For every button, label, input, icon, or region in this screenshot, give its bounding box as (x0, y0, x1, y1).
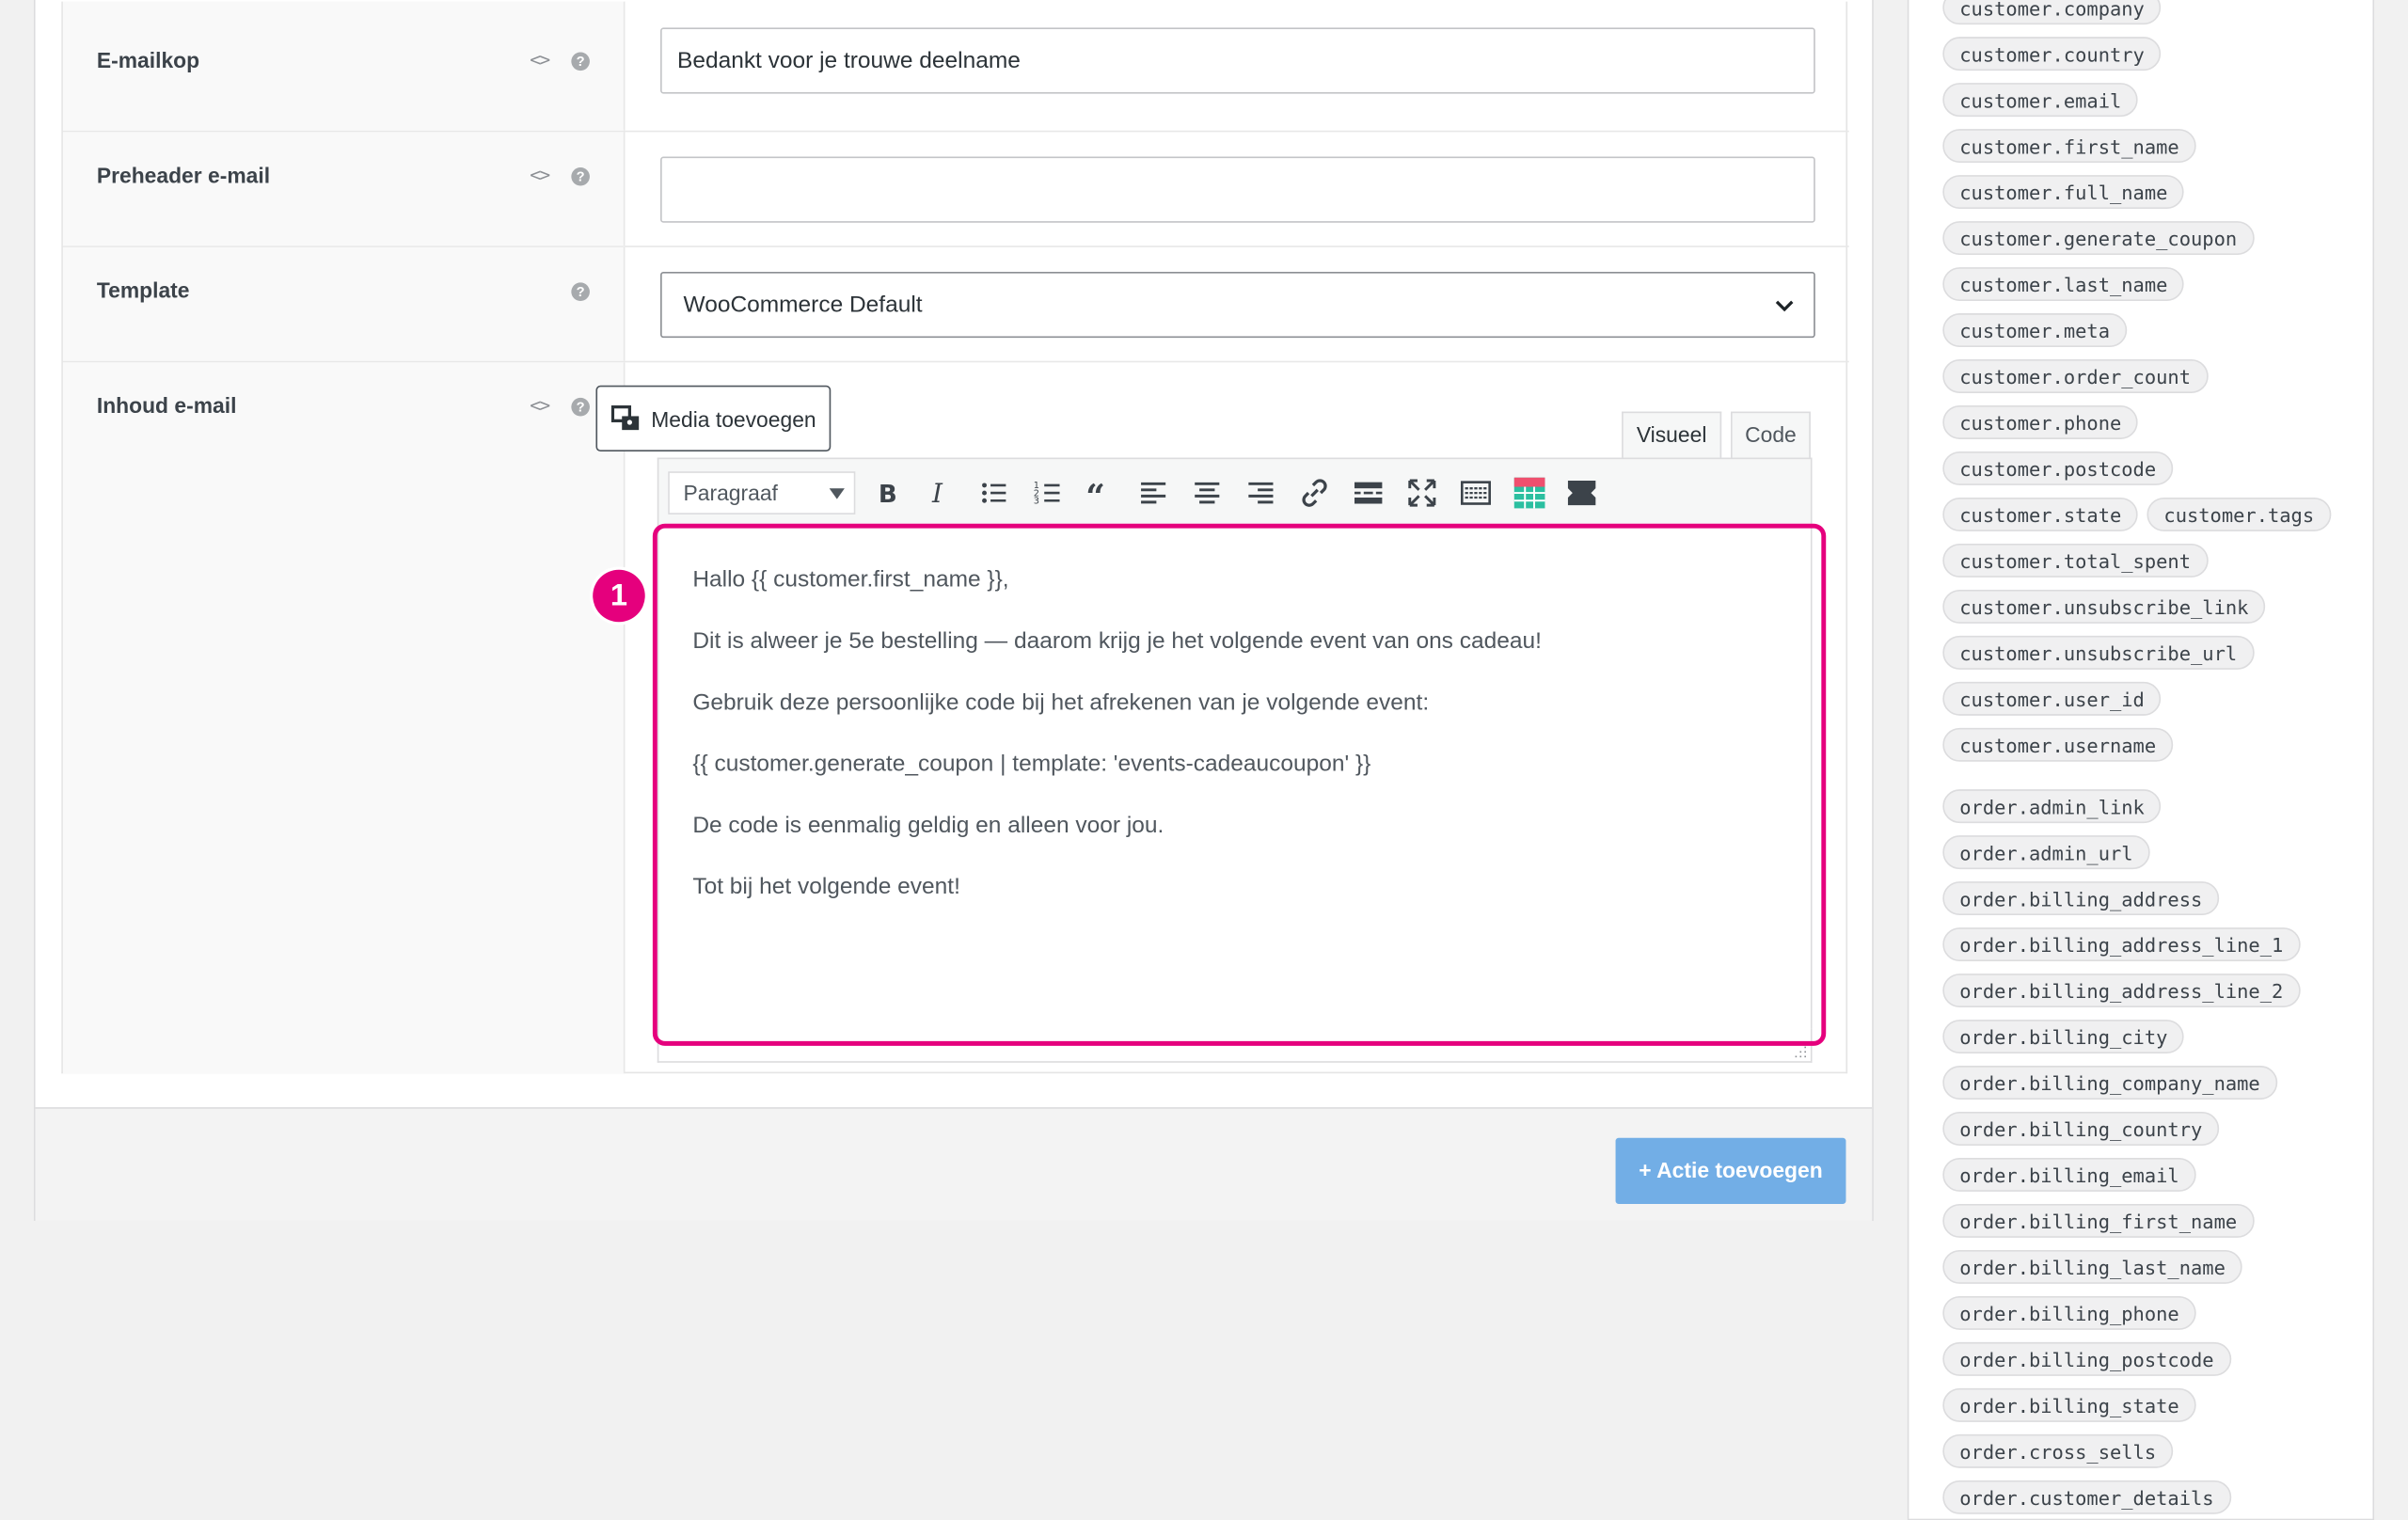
variable-tag[interactable]: customer.username (1942, 727, 2174, 762)
variable-tag[interactable]: customer.unsubscribe_url (1942, 635, 2255, 670)
variable-tag[interactable]: customer.state (1942, 497, 2139, 531)
variable-tag[interactable]: customer.tags (2147, 497, 2332, 531)
variable-tag[interactable]: order.billing_company_name (1942, 1066, 2277, 1100)
variable-tag[interactable]: order.billing_last_name (1942, 1249, 2242, 1284)
variable-tag[interactable]: customer.email (1942, 83, 2139, 118)
variable-tag[interactable]: customer.total_spent (1942, 543, 2208, 578)
fullscreen-icon[interactable] (1405, 476, 1439, 510)
format-select[interactable]: Paragraaf (668, 471, 856, 515)
read-more-icon[interactable] (1352, 476, 1386, 510)
variable-tag[interactable]: customer.meta (1942, 313, 2127, 347)
media-icon (610, 405, 640, 431)
variable-tag[interactable]: order.admin_url (1942, 835, 2150, 870)
svg-text:3: 3 (1034, 497, 1039, 507)
blockquote-icon[interactable]: “ (1083, 476, 1117, 510)
variable-tag[interactable]: order.billing_address_line_2 (1942, 974, 2301, 1008)
variable-tag[interactable]: order.billing_email (1942, 1158, 2196, 1192)
variable-tag[interactable]: order.admin_link (1942, 789, 2162, 824)
add-media-label: Media toevoegen (651, 406, 816, 432)
variable-tag[interactable]: customer.generate_coupon (1942, 221, 2255, 256)
variable-tag[interactable]: order.billing_phone (1942, 1295, 2196, 1330)
variable-tag[interactable]: order.billing_address_line_1 (1942, 927, 2301, 962)
variable-tag[interactable]: order.billing_postcode (1942, 1341, 2231, 1376)
resize-handle-icon (1795, 1046, 1806, 1058)
step-badge: 1 (593, 569, 645, 623)
align-center-icon[interactable] (1190, 476, 1224, 510)
italic-icon[interactable]: I (923, 476, 957, 510)
ticket-icon[interactable] (1565, 476, 1599, 510)
variable-tag[interactable]: customer.company (1942, 0, 2162, 25)
table-icon[interactable] (1513, 476, 1546, 510)
svg-text:B: B (879, 481, 897, 509)
bold-icon[interactable]: B (871, 476, 905, 510)
variable-tag[interactable]: customer.user_id (1942, 681, 2162, 716)
add-action-button[interactable]: + Actie toevoegen (1615, 1137, 1846, 1204)
format-select-value: Paragraaf (683, 481, 778, 506)
bullet-list-icon[interactable] (976, 476, 1010, 510)
variable-tag[interactable]: order.billing_address (1942, 881, 2220, 916)
variable-tag[interactable]: customer.phone (1942, 405, 2139, 439)
page: E-mailkop <> ? Bedankt voor je trouwe de… (0, 0, 2408, 1520)
variable-tag[interactable]: customer.unsubscribe_link (1942, 589, 2266, 624)
align-right-icon[interactable] (1244, 476, 1277, 510)
variable-tag[interactable]: order.billing_state (1942, 1387, 2196, 1422)
variable-tag[interactable]: customer.order_count (1942, 359, 2208, 393)
variable-tag[interactable]: customer.full_name (1942, 175, 2185, 210)
editor-toolbar: Paragraaf B I 123 “ (657, 457, 1813, 526)
variable-tag[interactable]: customer.country (1942, 37, 2162, 71)
variable-tag[interactable]: customer.first_name (1942, 129, 2196, 164)
align-left-icon[interactable] (1136, 476, 1170, 510)
variable-tag[interactable]: order.customer_details (1942, 1480, 2231, 1514)
tab-visual[interactable]: Visueel (1622, 411, 1722, 460)
tab-code[interactable]: Code (1730, 411, 1811, 460)
variable-tag[interactable]: order.cross_sells (1942, 1433, 2174, 1468)
variable-tag[interactable]: order.billing_first_name (1942, 1203, 2255, 1238)
variable-tag[interactable]: customer.postcode (1942, 451, 2174, 485)
svg-text:“: “ (1085, 477, 1105, 510)
variable-tag[interactable]: order.billing_city (1942, 1020, 2185, 1053)
svg-text:I: I (931, 478, 943, 509)
chevron-down-icon (829, 488, 845, 499)
add-media-button[interactable]: Media toevoegen (595, 385, 832, 451)
numbered-list-icon[interactable]: 123 (1031, 476, 1065, 510)
variable-tag[interactable]: order.billing_country (1942, 1112, 2220, 1146)
toolbar-toggle-icon[interactable] (1459, 476, 1493, 510)
highlight-frame (652, 523, 1827, 1046)
link-icon[interactable] (1298, 476, 1332, 510)
variable-tag[interactable]: customer.last_name (1942, 267, 2185, 301)
editor-layer: Media toevoegen Visueel Code Paragraaf B… (0, 0, 1874, 1228)
